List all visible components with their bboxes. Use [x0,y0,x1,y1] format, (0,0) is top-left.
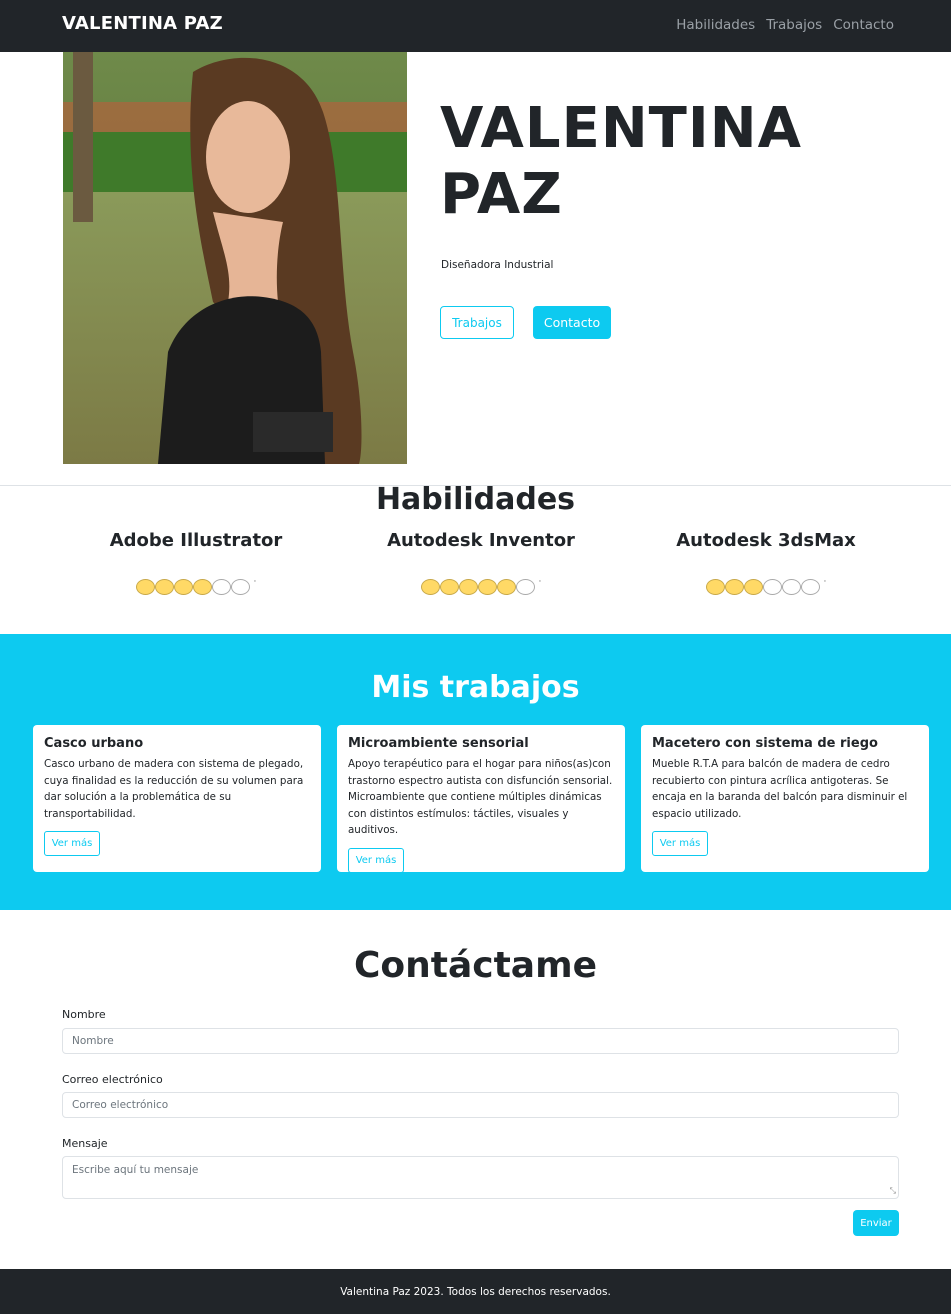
rating-mark-icon: ' [539,579,541,587]
resize-handle-icon[interactable]: ⤡ [890,1186,896,1196]
rating-empty-icon [763,579,782,595]
work-card-microambiente: Microambiente sensorial Apoyo terapéutic… [337,725,625,873]
rating-filled-icon [421,579,440,595]
skill-rating: ' [421,579,541,595]
card-text: Mueble R.T.A para balcón de madera de ce… [652,758,908,820]
message-label: Mensaje [62,1137,108,1150]
rating-filled-icon [459,579,478,595]
rating-empty-icon [231,579,250,595]
submit-button[interactable]: Enviar [853,1210,899,1236]
works-title: Mis trabajos [371,670,580,705]
card-title: Casco urbano [44,736,144,751]
ver-mas-button[interactable]: Ver más [652,831,708,856]
hero-name-line1: VALENTINA [440,96,802,161]
rating-filled-icon [136,579,155,595]
works-section: Mis trabajos Casco urbano Casco urbano d… [0,634,951,910]
contact-title: Contáctame [353,945,598,986]
message-textarea[interactable]: Escribe aquí tu mensaje ⤡ [62,1156,899,1199]
footer-text: Valentina Paz 2023. Todos los derechos r… [340,1285,611,1298]
email-label: Correo electrónico [62,1073,163,1086]
name-label: Nombre [62,1008,106,1021]
skill-rating: ' [136,579,256,595]
skill-name: Autodesk Inventor [387,530,575,551]
skill-inventor: Autodesk Inventor [331,530,631,551]
ver-mas-button[interactable]: Ver más [44,831,100,856]
nav-link-habilidades[interactable]: Habilidades [676,17,755,33]
rating-empty-icon [516,579,535,595]
work-card-macetero: Macetero con sistema de riego Mueble R.T… [641,725,929,872]
skill-3dsmax: Autodesk 3dsMax [616,530,916,551]
skill-name: Adobe Illustrator [109,530,283,551]
footer: Valentina Paz 2023. Todos los derechos r… [0,1269,951,1314]
contact-button[interactable]: Contacto [533,306,611,339]
card-title: Macetero con sistema de riego [652,736,878,751]
rating-filled-icon [193,579,212,595]
navbar: VALENTINA PAZ Habilidades Trabajos Conta… [0,0,951,52]
rating-filled-icon [155,579,174,595]
rating-filled-icon [478,579,497,595]
profile-photo [63,52,407,464]
nav-link-trabajos[interactable]: Trabajos [766,17,822,33]
rating-filled-icon [497,579,516,595]
hero-name: VALENTINA PAZ [440,96,802,228]
hero-name-line2: PAZ [440,162,563,227]
hero-subtitle: Diseñadora Industrial [441,259,554,271]
work-card-casco: Casco urbano Casco urbano de madera con … [33,725,321,872]
rating-empty-icon [212,579,231,595]
works-button[interactable]: Trabajos [440,306,514,339]
rating-empty-icon [801,579,820,595]
rating-filled-icon [174,579,193,595]
skill-name: Autodesk 3dsMax [676,530,856,551]
rating-empty-icon [782,579,801,595]
name-input[interactable]: Nombre [62,1028,899,1054]
card-title: Microambiente sensorial [348,736,529,751]
rating-filled-icon [725,579,744,595]
nav-link-contacto[interactable]: Contacto [833,17,894,33]
rating-mark-icon: ' [824,579,826,587]
rating-mark-icon: ' [254,579,256,587]
brand-logo[interactable]: VALENTINA PAZ [62,13,223,34]
ver-mas-button[interactable]: Ver más [348,847,404,873]
skill-illustrator: Adobe Illustrator [46,530,346,551]
message-placeholder: Escribe aquí tu mensaje [72,1164,199,1176]
skill-rating: ' [706,579,826,595]
card-text: Casco urbano de madera con sistema de pl… [44,758,304,820]
rating-filled-icon [706,579,725,595]
rating-filled-icon [440,579,459,595]
rating-filled-icon [744,579,763,595]
card-text: Apoyo terapéutico para el hogar para niñ… [348,758,613,836]
skills-title: Habilidades [375,482,576,517]
nav-links: Habilidades Trabajos Contacto [676,17,894,33]
email-input[interactable]: Correo electrónico [62,1092,899,1118]
